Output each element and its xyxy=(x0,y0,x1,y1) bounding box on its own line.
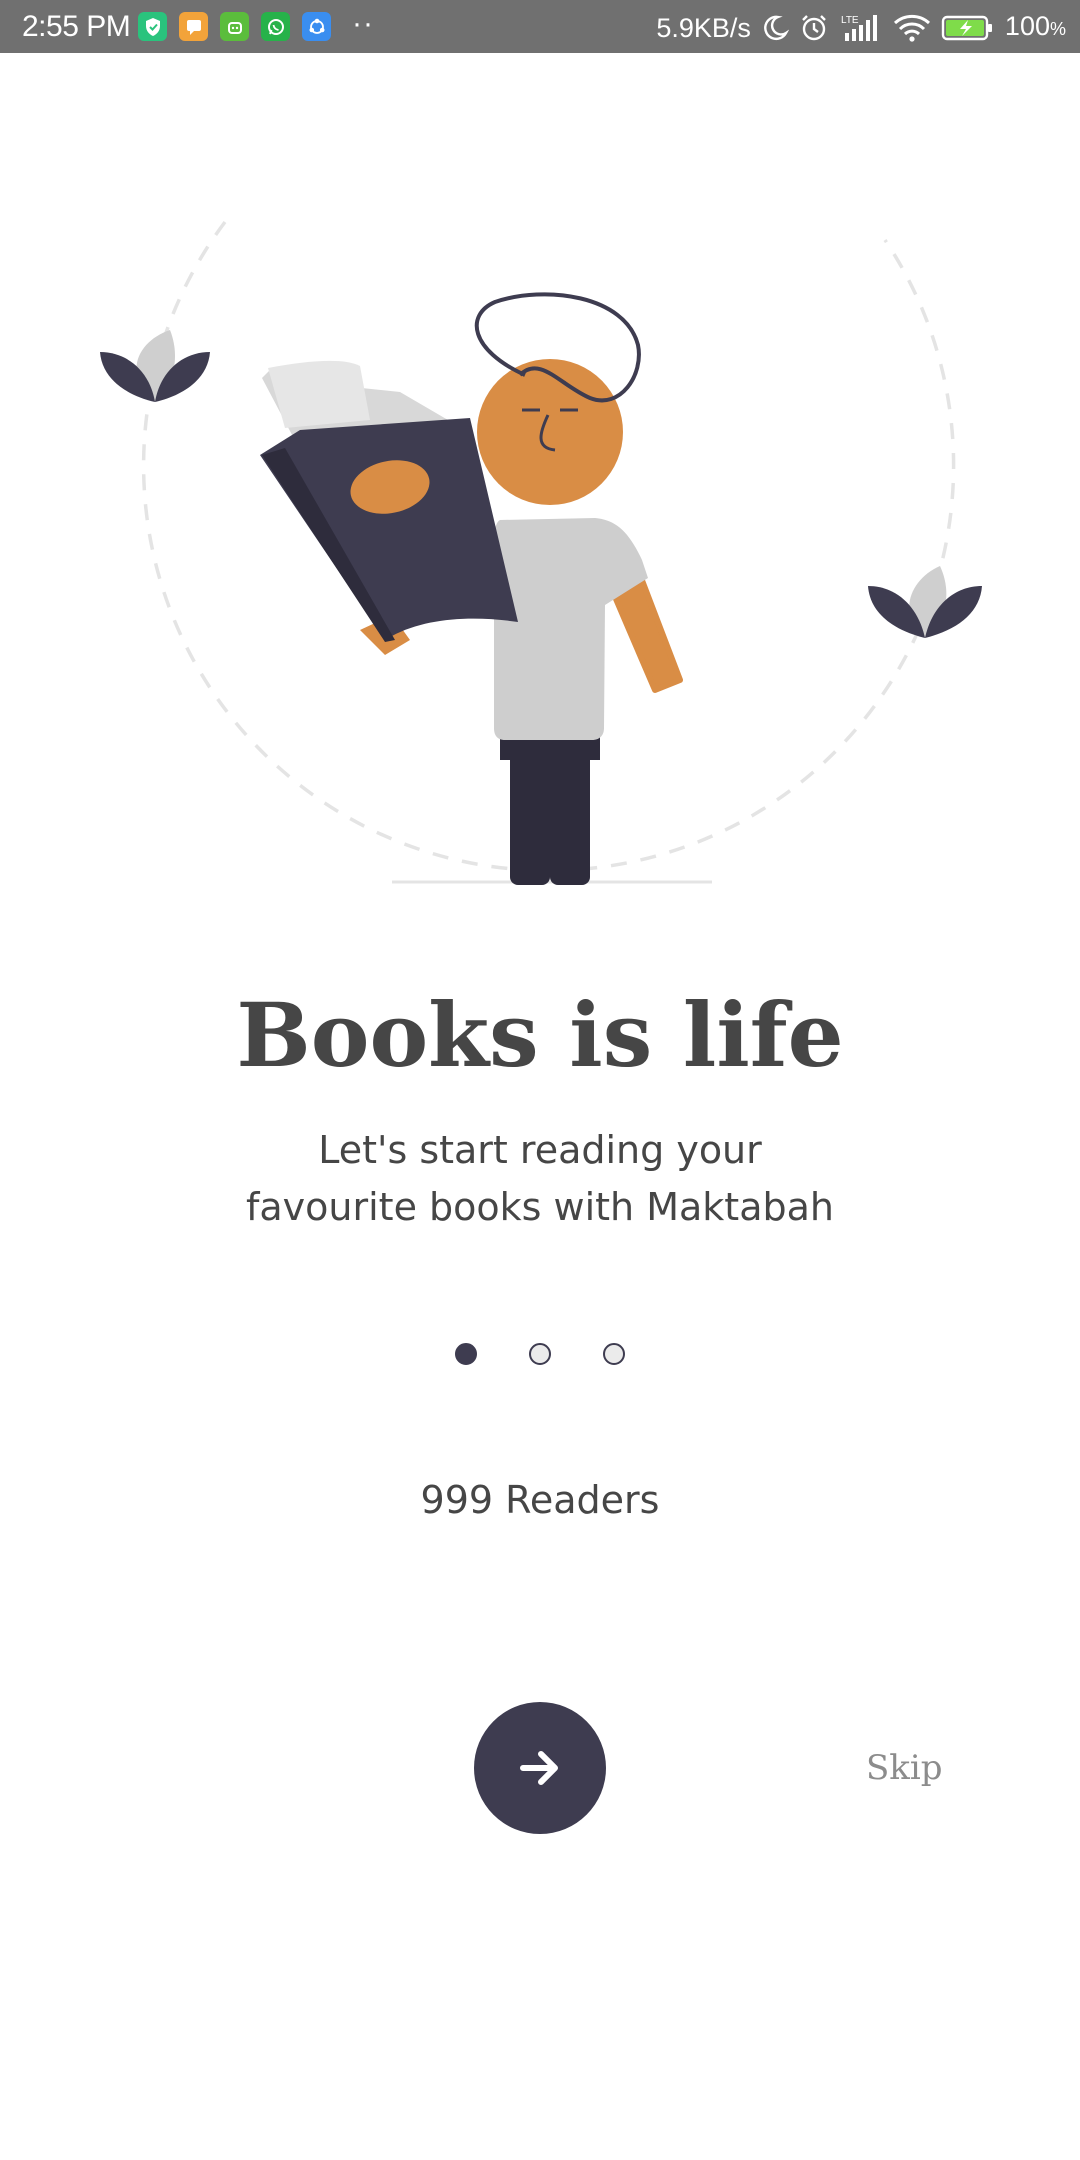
signal-lte-icon: LTE xyxy=(841,14,877,41)
arrow-right-icon xyxy=(520,1751,558,1785)
more-notifications-indicator: ·· xyxy=(352,7,374,40)
skip-button[interactable]: Skip xyxy=(866,1744,943,1792)
notification-icons xyxy=(138,12,331,41)
page-indicator xyxy=(0,1343,1080,1365)
message-app-icon xyxy=(179,12,208,41)
readers-count: 999 Readers xyxy=(420,1478,660,1522)
reading-person-illustration xyxy=(100,220,982,885)
person-legs xyxy=(500,730,600,885)
battery-unit: % xyxy=(1049,19,1066,39)
left-leaf-decoration xyxy=(100,330,210,402)
shield-app-icon xyxy=(138,12,167,41)
whatsapp-icon xyxy=(261,12,290,41)
svg-text:LTE: LTE xyxy=(841,15,859,26)
page-dot-1[interactable] xyxy=(455,1343,477,1365)
moon-icon xyxy=(764,15,789,40)
status-bar: 2:55 PM ·· 5.9KB/s LTE 100% xyxy=(0,0,1080,53)
open-book xyxy=(260,360,518,642)
status-time: 2:55 PM xyxy=(22,10,131,43)
network-speed: 5.9KB/s xyxy=(656,12,751,43)
page-dot-2[interactable] xyxy=(529,1343,551,1365)
subtitle-line-2: favourite books with Maktabah xyxy=(246,1185,834,1229)
battery-percentage: 100% xyxy=(1005,8,1066,47)
share-app-icon xyxy=(302,12,331,41)
onboarding-subtitle: Let's start reading your favourite books… xyxy=(0,1122,1080,1236)
person-head xyxy=(474,292,641,505)
alarm-icon xyxy=(802,14,826,40)
next-button[interactable] xyxy=(474,1702,606,1834)
battery-charging-icon xyxy=(941,15,992,40)
android-app-icon xyxy=(220,12,249,41)
subtitle-line-1: Let's start reading your xyxy=(318,1128,762,1172)
person-torso xyxy=(494,518,648,740)
battery-value: 100 xyxy=(1004,11,1050,41)
page-dot-3[interactable] xyxy=(603,1343,625,1365)
onboarding-title: Books is life xyxy=(236,983,844,1087)
right-leaf-decoration xyxy=(868,566,982,638)
wifi-icon xyxy=(893,14,930,42)
status-right: 5.9KB/s LTE 100% xyxy=(656,8,1066,47)
